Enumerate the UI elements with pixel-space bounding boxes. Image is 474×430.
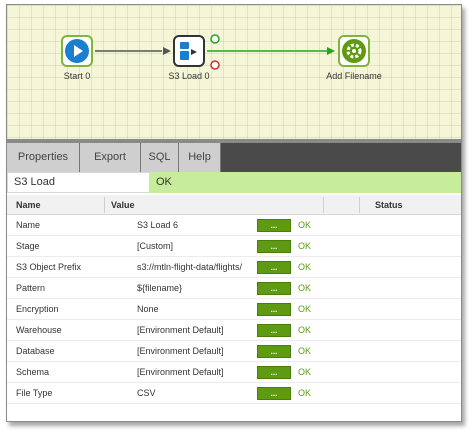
property-name: Name <box>16 220 41 230</box>
edit-property-button[interactable]: ... <box>257 219 291 232</box>
tab-properties[interactable]: Properties <box>7 143 80 172</box>
node-add-filename-box[interactable] <box>338 35 370 67</box>
column-separator[interactable] <box>359 197 360 213</box>
edit-property-button[interactable]: ... <box>257 345 291 358</box>
table-row[interactable]: Warehouse [Environment Default] ... OK <box>7 320 461 341</box>
property-status: OK <box>298 283 312 293</box>
property-name: S3 Object Prefix <box>16 262 82 272</box>
property-status: OK <box>298 220 312 230</box>
edit-property-button[interactable]: ... <box>257 261 291 274</box>
edit-property-button[interactable]: ... <box>257 303 291 316</box>
property-status: OK <box>298 262 312 272</box>
tab-sql[interactable]: SQL <box>141 143 179 172</box>
table-header: Name Value Status <box>7 195 461 215</box>
property-value: [Environment Default] <box>137 367 224 377</box>
component-header: S3 Load OK <box>7 172 461 193</box>
edit-property-button[interactable]: ... <box>257 387 291 400</box>
edit-property-button[interactable]: ... <box>257 324 291 337</box>
table-row[interactable]: Database [Environment Default] ... OK <box>7 341 461 362</box>
property-name: Stage <box>16 241 40 251</box>
tab-help[interactable]: Help <box>179 143 221 172</box>
property-name: File Type <box>16 388 53 398</box>
property-status: OK <box>298 388 312 398</box>
property-name: Warehouse <box>16 325 62 335</box>
table-row[interactable]: Encryption None ... OK <box>7 299 461 320</box>
property-value: s3://mtln-flight-data/flights/ <box>137 262 243 272</box>
property-value: CSV <box>137 388 156 398</box>
property-status: OK <box>298 367 312 377</box>
property-name: Pattern <box>16 283 46 293</box>
header-name: Name <box>16 200 41 210</box>
property-value: [Environment Default] <box>137 346 224 356</box>
property-value: S3 Load 6 <box>137 220 179 230</box>
connector-success-arrowhead <box>327 47 335 55</box>
property-value: [Custom] <box>137 241 174 251</box>
property-value: ${filename} <box>137 283 183 293</box>
table-row[interactable]: S3 Object Prefix s3://mtln-flight-data/f… <box>7 257 461 278</box>
matillion-job-window: Start 0 S3 Load 0 Add Filename Propertie… <box>6 4 462 422</box>
header-status: Status <box>375 200 403 210</box>
property-status: OK <box>298 325 312 335</box>
node-start-label: Start 0 <box>63 71 91 81</box>
node-add-filename-label: Add Filename <box>326 71 382 81</box>
property-status: OK <box>298 304 312 314</box>
component-status: OK <box>150 172 461 193</box>
edit-property-button[interactable]: ... <box>257 366 291 379</box>
property-status: OK <box>298 241 312 251</box>
gear-icon <box>342 39 366 63</box>
table-row[interactable]: Schema [Environment Default] ... OK <box>7 362 461 383</box>
property-value: None <box>137 304 159 314</box>
success-port[interactable] <box>210 34 220 44</box>
edit-property-button[interactable]: ... <box>257 240 291 253</box>
property-status: OK <box>298 346 312 356</box>
tab-export[interactable]: Export <box>80 143 141 172</box>
node-s3-load-label: S3 Load 0 <box>168 71 210 81</box>
property-value: [Environment Default] <box>137 325 224 335</box>
job-canvas[interactable]: Start 0 S3 Load 0 Add Filename <box>7 5 461 139</box>
column-separator[interactable] <box>323 197 324 213</box>
table-row[interactable]: Name S3 Load 6 ... OK <box>7 215 461 236</box>
property-name: Schema <box>16 367 50 377</box>
table-row[interactable]: Stage [Custom] ... OK <box>7 236 461 257</box>
panel-tabs: Properties Export SQL Help <box>7 143 461 172</box>
component-name: S3 Load <box>7 172 150 193</box>
play-icon <box>65 39 89 63</box>
property-name: Database <box>16 346 55 356</box>
properties-table: Name Value Status Name S3 Load 6 ... OK … <box>7 195 461 404</box>
s3-load-icon <box>180 42 197 60</box>
table-row[interactable]: Pattern ${filename} ... OK <box>7 278 461 299</box>
edit-property-button[interactable]: ... <box>257 282 291 295</box>
table-row[interactable]: File Type CSV ... OK <box>7 383 461 404</box>
property-name: Encryption <box>16 304 59 314</box>
node-s3-load-box[interactable] <box>173 35 205 67</box>
column-separator[interactable] <box>104 197 105 213</box>
failure-port[interactable] <box>210 60 220 70</box>
connector-arrowhead <box>163 47 171 55</box>
node-start-box[interactable] <box>61 35 93 67</box>
header-value: Value <box>111 200 135 210</box>
